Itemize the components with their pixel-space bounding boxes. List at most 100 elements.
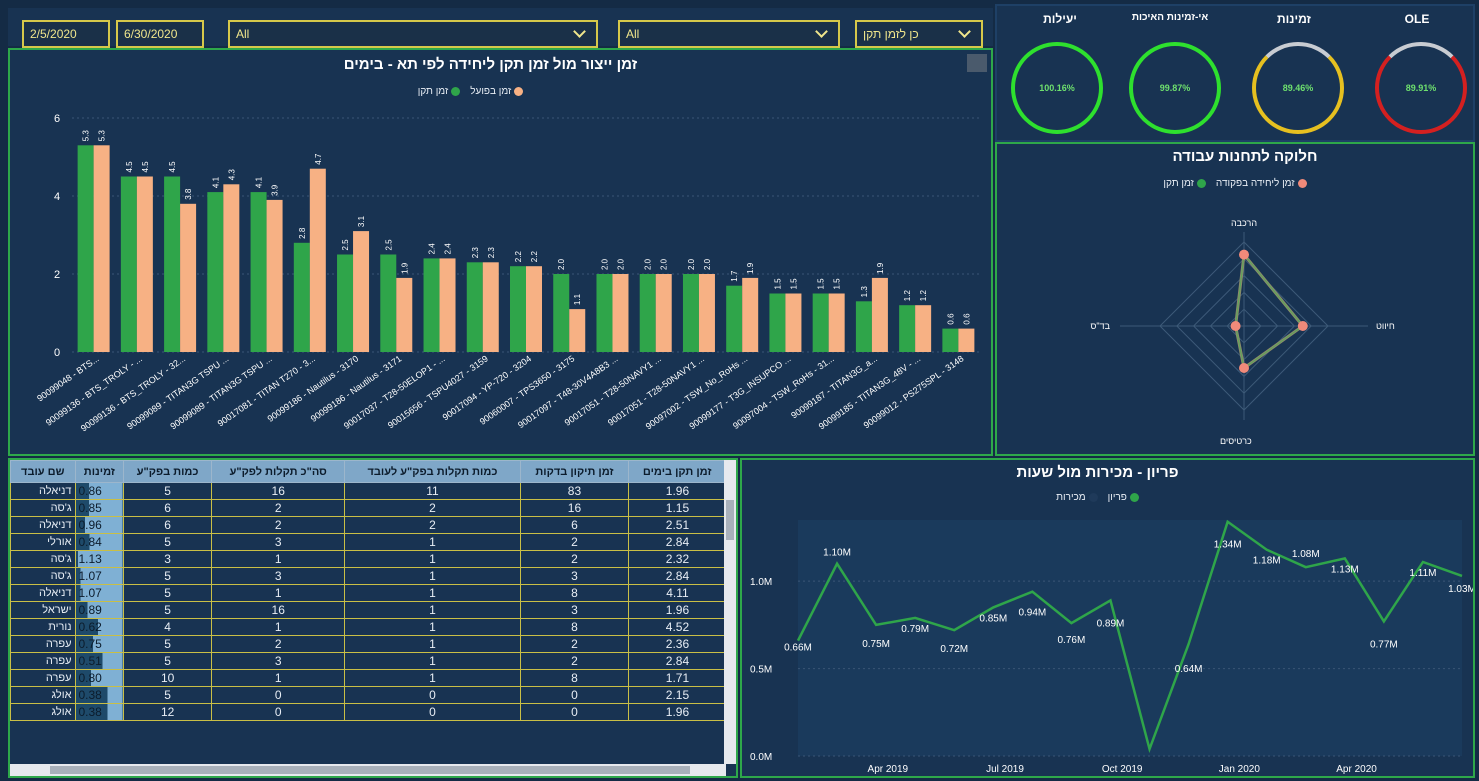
- bar-data-label: 5.3: [82, 130, 91, 142]
- bar-data-label: 2.2: [530, 251, 539, 263]
- bar-data-label: 3.1: [357, 215, 366, 227]
- table-row[interactable]: 2.32 2 1 1 3 1.13 ג'סה: [10, 550, 726, 568]
- column-header[interactable]: שם עובד: [10, 460, 76, 483]
- table-cell: 4: [123, 618, 212, 636]
- table-row[interactable]: 1.71 8 1 1 10 0.80 עפרה: [10, 669, 726, 687]
- table-row[interactable]: 2.36 2 1 2 5 0.75 עפרה: [10, 635, 726, 653]
- data-label: 0.64M: [1175, 664, 1203, 675]
- filter2-dropdown[interactable]: All: [618, 20, 840, 48]
- kpi-value-availability: 89.46%: [1282, 83, 1314, 93]
- filter1-dropdown[interactable]: All: [228, 20, 598, 48]
- table-cell: 2.84: [628, 533, 726, 551]
- table-cell: 16: [211, 601, 345, 619]
- scrollbar-thumb[interactable]: [726, 500, 734, 540]
- table-cell: עפרה: [10, 652, 75, 670]
- table-cell: 6: [123, 516, 212, 534]
- table-cell: ג'סה: [10, 550, 75, 568]
- table-cell: 5: [123, 567, 212, 585]
- table-cell: 83: [519, 482, 629, 500]
- table-cell: 1: [344, 618, 521, 636]
- table-cell: 1: [344, 601, 521, 619]
- table-cell: 0.51: [74, 652, 124, 670]
- table-cell: דניאלה: [10, 516, 75, 534]
- column-header[interactable]: זמן תיקון בדקות: [519, 460, 630, 483]
- table-row[interactable]: 4.52 8 1 1 4 0.62 נורית: [10, 618, 726, 636]
- table-cell: 1: [211, 618, 345, 636]
- column-header[interactable]: כמות תקלות בפק"ע לעובד: [344, 460, 521, 483]
- table-cell: 1: [344, 584, 521, 602]
- bar-standard: [855, 301, 872, 352]
- table-cell: 0: [344, 703, 521, 721]
- table-row[interactable]: 1.96 83 11 16 5 0.86 דניאלה: [10, 482, 726, 500]
- table-cell: 2: [211, 516, 345, 534]
- bar-data-label: 1.5: [789, 278, 798, 290]
- table-cell: 2.84: [628, 652, 726, 670]
- bar-chart-panel: זמן ייצור מול זמן תקן ליחידה לפי תא - בי…: [8, 48, 993, 456]
- table-cell: אורלי: [10, 533, 75, 551]
- table-row[interactable]: 2.51 6 2 2 6 0.96 דניאלה: [10, 516, 726, 534]
- bar-standard: [899, 305, 916, 352]
- bar-actual: [266, 199, 283, 352]
- table-cell: 3: [211, 652, 345, 670]
- kpi-label-quality: אי-זמינות האיכות: [1131, 12, 1209, 23]
- bar-standard: [726, 285, 743, 352]
- x-tick-label: Jan 2020: [1219, 764, 1261, 775]
- table-cell: 1.96: [628, 482, 726, 500]
- column-header[interactable]: זמן תקן בימים: [628, 460, 726, 483]
- table-cell: 0.38: [74, 686, 124, 704]
- column-header[interactable]: כמות בפק"ע: [123, 460, 213, 483]
- bar-data-label: 4.3: [227, 169, 236, 181]
- table-row[interactable]: 4.11 8 1 1 5 1.07 דניאלה: [10, 584, 726, 602]
- data-label: 1.08M: [1292, 549, 1320, 560]
- table-cell: 0.38: [74, 703, 124, 721]
- bar-data-label: 4.5: [168, 161, 177, 173]
- table-cell: ישראל: [10, 601, 75, 619]
- column-header[interactable]: זמינות: [74, 460, 125, 483]
- bar-data-label: 4.1: [211, 176, 220, 188]
- vertical-scrollbar[interactable]: [724, 460, 736, 764]
- table-cell: 4.11: [628, 584, 726, 602]
- table-cell: 1: [211, 669, 345, 687]
- bar-data-label: 4.1: [255, 176, 264, 188]
- column-header[interactable]: סה"כ תקלות לפק"ע: [211, 460, 346, 483]
- table-panel: זמן תקן בימים זמן תיקון בדקות כמות תקלות ב…: [8, 458, 738, 778]
- end-date-input[interactable]: 6/30/2020: [116, 20, 204, 48]
- table-cell: 3: [519, 567, 629, 585]
- table-cell: 0.85: [74, 499, 124, 517]
- data-label: 0.94M: [1018, 608, 1046, 619]
- x-tick-label: Apr 2020: [1336, 764, 1377, 775]
- kpi-ring-ole: 89.91%: [1375, 42, 1467, 134]
- table-row[interactable]: 2.84 2 1 3 5 0.84 אורלי: [10, 533, 726, 551]
- bar-standard: [77, 145, 94, 352]
- bar-data-label: 4.5: [141, 161, 150, 173]
- horizontal-scrollbar[interactable]: [10, 764, 726, 776]
- data-label: 1.03M: [1448, 584, 1473, 595]
- table-row[interactable]: 1.96 3 1 16 5 0.89 ישראל: [10, 601, 726, 619]
- data-label: 0.77M: [1370, 639, 1398, 650]
- table-row[interactable]: 1.96 0 0 0 12 0.38 אולג: [10, 703, 726, 721]
- table-row[interactable]: 2.15 0 0 0 5 0.38 אולג: [10, 686, 726, 704]
- bar-actual: [915, 305, 932, 352]
- filter3-dropdown[interactable]: כן לזמן תקן: [855, 20, 983, 48]
- bar-data-label: 4.7: [314, 153, 323, 165]
- bar-standard: [639, 274, 656, 352]
- table-cell: 1.13: [74, 550, 124, 568]
- table-row[interactable]: 2.84 2 1 3 5 0.51 עפרה: [10, 652, 726, 670]
- scrollbar-thumb[interactable]: [50, 766, 690, 774]
- y-tick-label: 0.0M: [750, 752, 772, 763]
- table-cell: 0: [344, 686, 521, 704]
- start-date-input[interactable]: 2/5/2020: [22, 20, 110, 48]
- table-row[interactable]: 2.84 3 1 3 5 1.07 ג'סה: [10, 567, 726, 585]
- y-tick-label: 4: [54, 191, 60, 203]
- bar-data-label: 2.5: [384, 239, 393, 251]
- table-row[interactable]: 1.15 16 2 2 6 0.85 ג'סה: [10, 499, 726, 517]
- bar-actual: [180, 203, 197, 352]
- table-cell: 1.07: [74, 584, 124, 602]
- bar-data-label: 1.9: [746, 262, 755, 274]
- table-cell: 1: [344, 635, 521, 653]
- bar-data-label: 1.5: [833, 278, 842, 290]
- plot-area: [798, 520, 1462, 756]
- chevron-down-icon: [573, 25, 586, 38]
- table-cell: 0.86: [74, 482, 124, 500]
- table-cell: 1.07: [74, 567, 124, 585]
